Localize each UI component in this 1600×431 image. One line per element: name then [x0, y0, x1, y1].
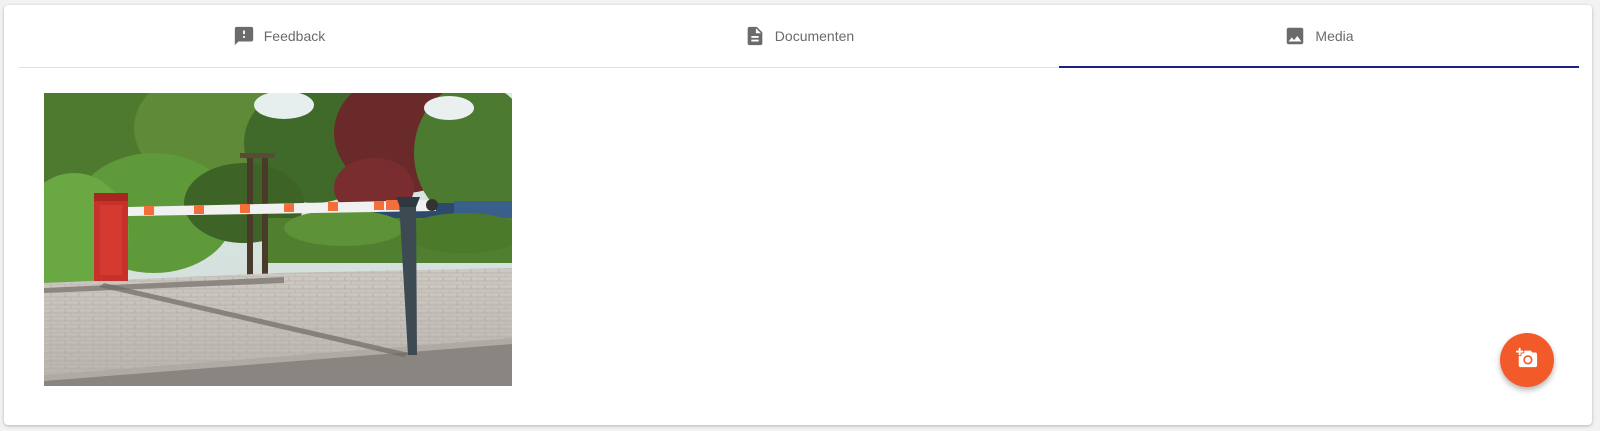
- tab-media-label: Media: [1315, 28, 1354, 44]
- tab-bar: Feedback Documenten Media: [19, 5, 1579, 68]
- tab-documenten-label: Documenten: [774, 28, 855, 44]
- document-icon: [744, 25, 766, 47]
- tab-feedback-label: Feedback: [263, 28, 326, 44]
- tab-documenten[interactable]: Documenten: [539, 5, 1059, 67]
- feedback-icon: [233, 25, 255, 47]
- image-icon: [1284, 25, 1306, 47]
- media-panel: Feedback Documenten Media: [4, 5, 1592, 425]
- add-photo-icon: [1516, 347, 1538, 374]
- barrier-gate-photo: [44, 93, 512, 386]
- media-thumbnail[interactable]: [44, 93, 512, 386]
- tab-feedback[interactable]: Feedback: [19, 5, 539, 67]
- add-photo-button[interactable]: [1500, 333, 1554, 387]
- tab-media[interactable]: Media: [1059, 5, 1579, 68]
